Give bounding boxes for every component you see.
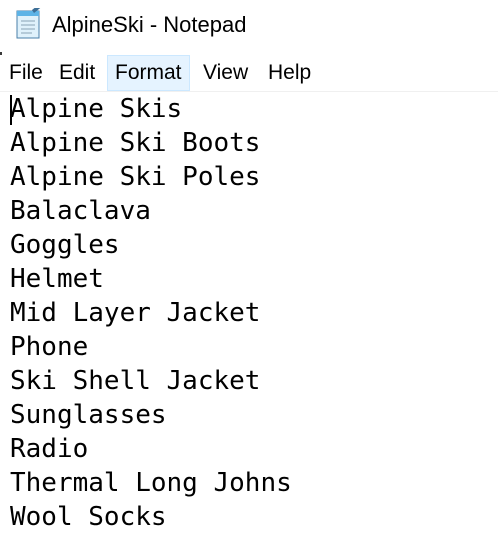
menu-help[interactable]: Help (262, 55, 317, 91)
menu-edit[interactable]: Edit (53, 55, 101, 91)
menu-file[interactable]: File (3, 55, 49, 91)
window-title: AlpineSki - Notepad (52, 12, 247, 37)
menu-format[interactable]: Format (107, 55, 190, 91)
notepad-icon (16, 8, 41, 39)
title-bar[interactable]: AlpineSki - Notepad (0, 0, 498, 52)
text-caret (10, 95, 12, 125)
document-text: Alpine Skis Alpine Ski Boots Alpine Ski … (10, 92, 292, 534)
text-line: Radio (10, 434, 89, 464)
menu-bar: File Edit Format View Help (0, 55, 498, 92)
text-line: Alpine Ski Boots (10, 128, 261, 158)
text-line: Helmet (10, 264, 104, 294)
text-line: Thermal Long Johns (10, 468, 292, 498)
text-line: Sunglasses (10, 400, 167, 430)
menu-view[interactable]: View (197, 55, 254, 91)
text-line: Ski Shell Jacket (10, 366, 261, 396)
text-line: Wool Socks (10, 502, 167, 532)
text-line: Alpine Ski Poles (10, 162, 261, 192)
text-line: Mid Layer Jacket (10, 298, 261, 328)
text-line: Phone (10, 332, 89, 362)
notepad-window: AlpineSki - Notepad File Edit Format Vie… (0, 0, 498, 548)
text-line: Balaclava (10, 196, 151, 226)
text-editor-area[interactable]: Alpine Skis Alpine Ski Boots Alpine Ski … (0, 92, 498, 548)
text-line: Alpine Skis (10, 94, 183, 124)
text-line: Goggles (10, 230, 120, 260)
